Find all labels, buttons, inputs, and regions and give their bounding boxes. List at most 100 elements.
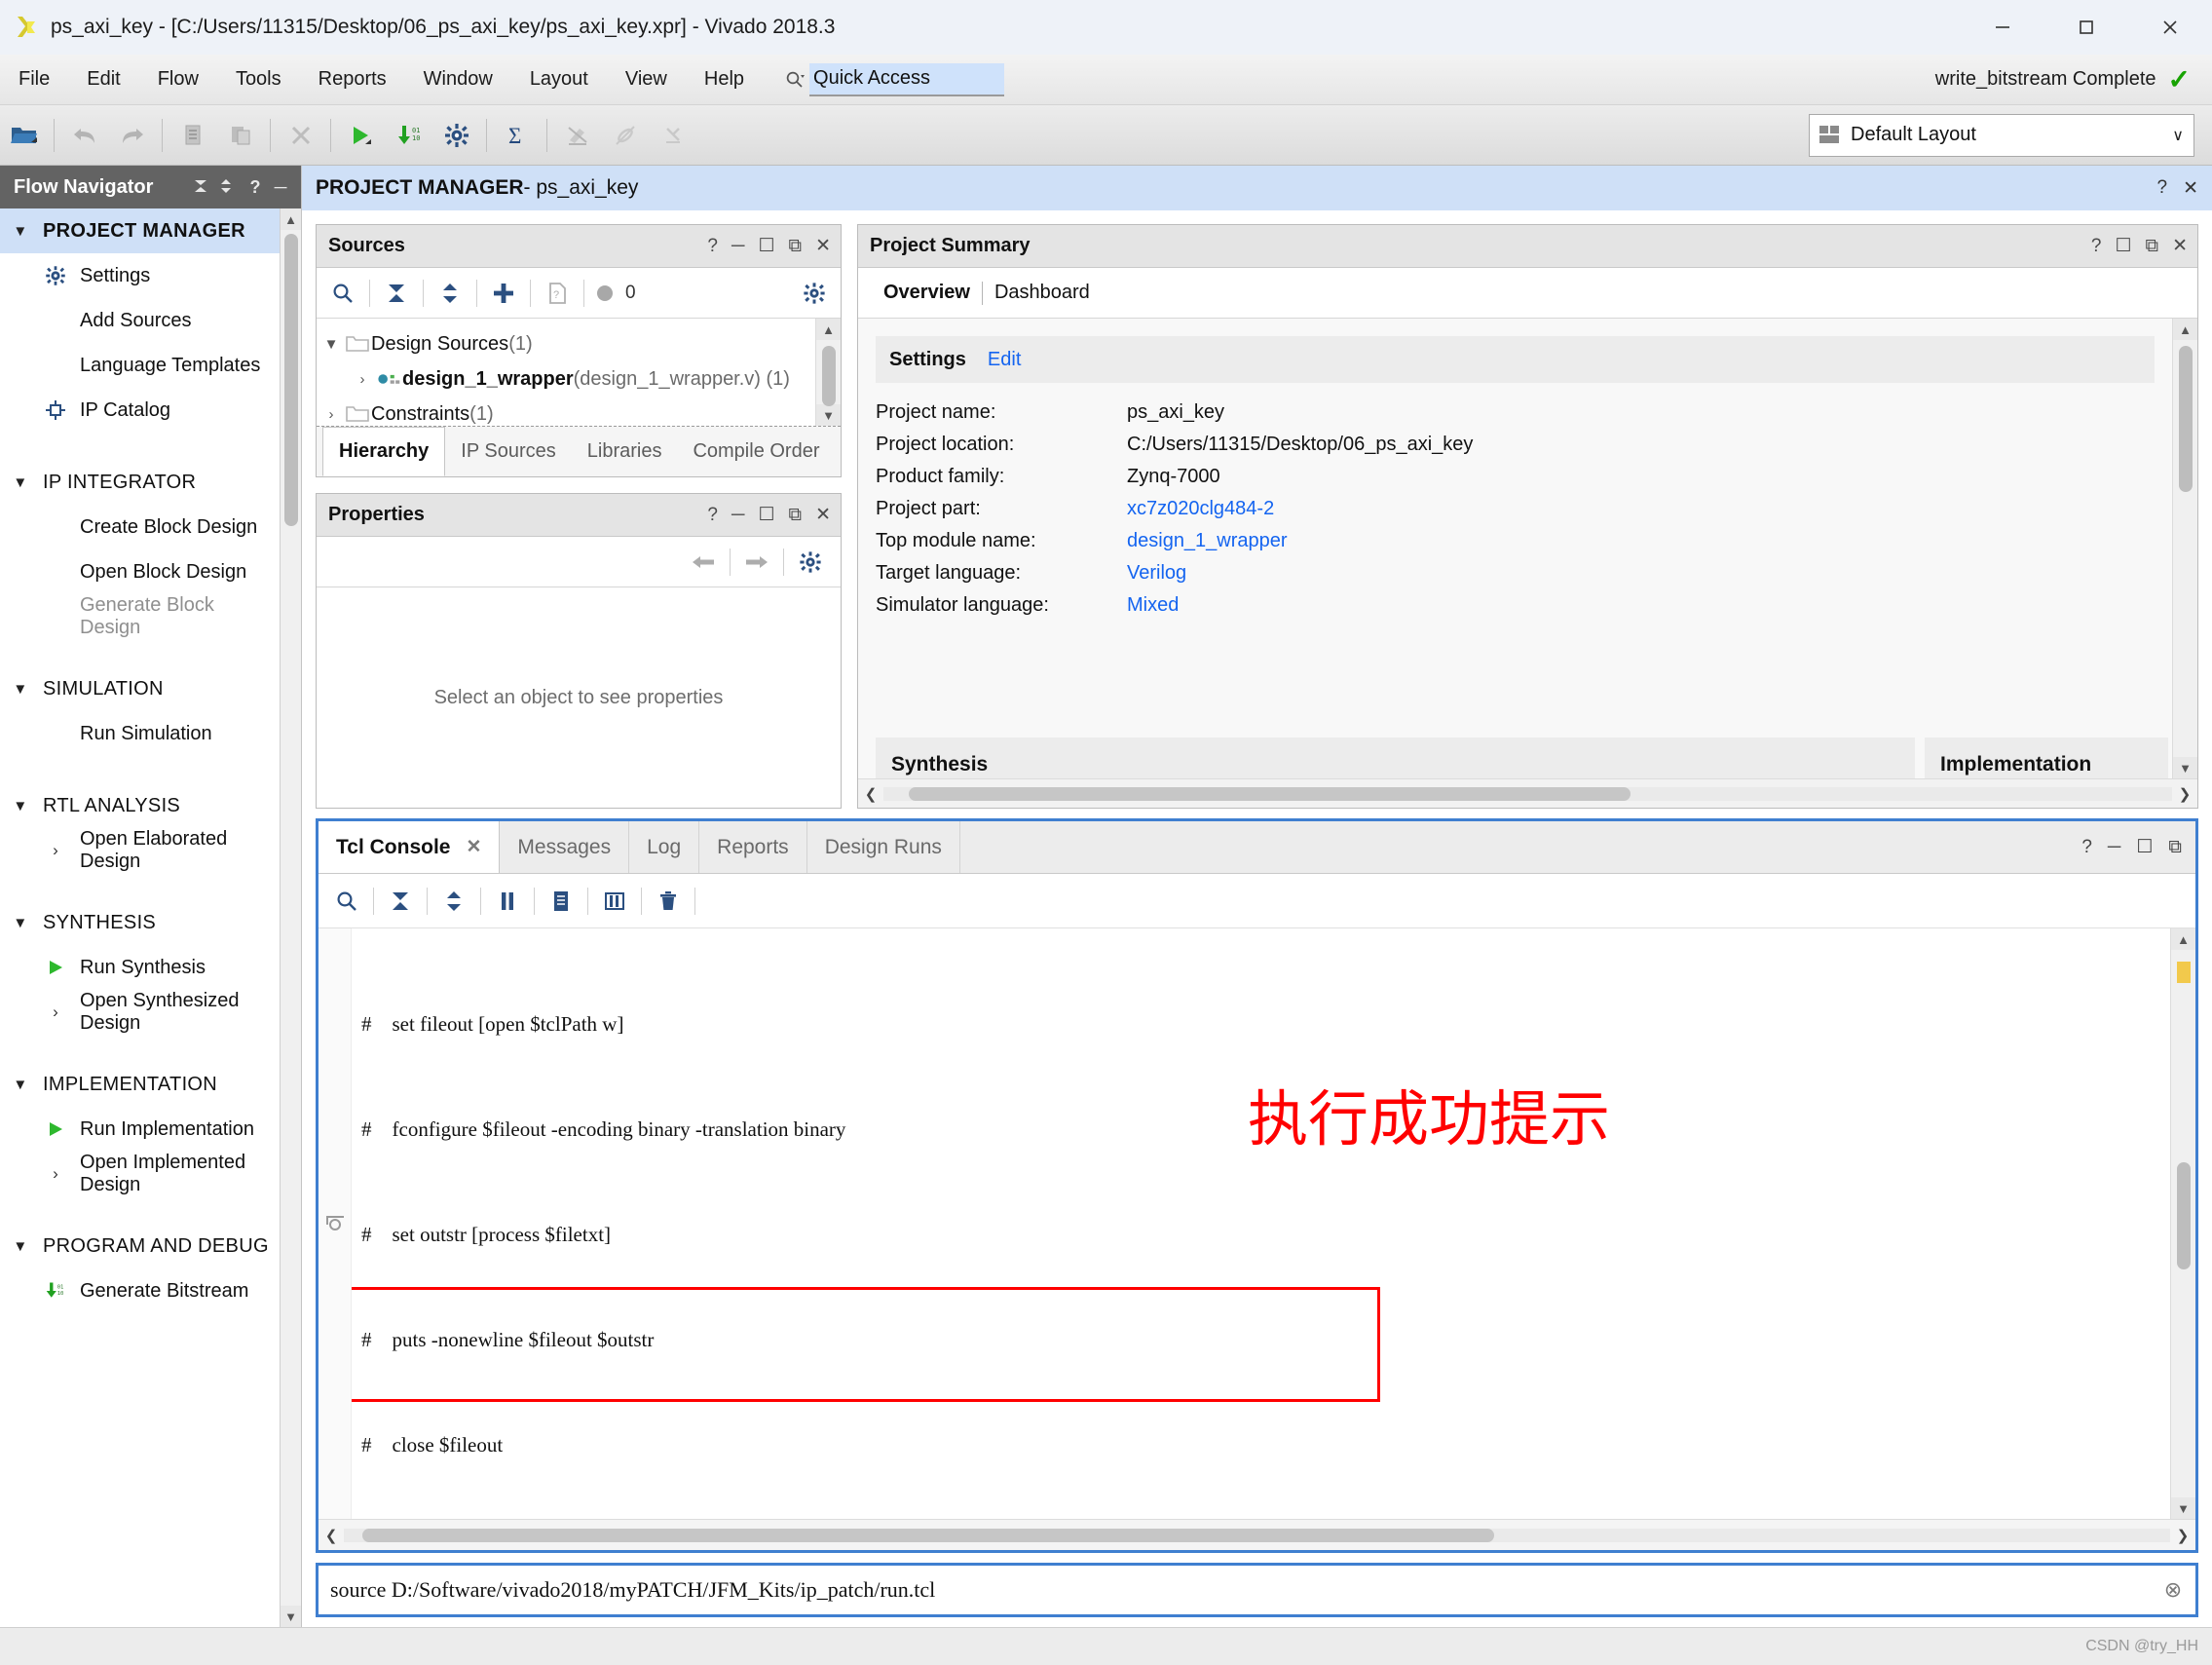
menu-file[interactable]: File	[0, 55, 68, 104]
open-project-icon[interactable]	[1, 113, 47, 158]
sidebar-section-synthesis[interactable]: ▼ SYNTHESIS	[0, 900, 280, 945]
undo-icon[interactable]	[61, 113, 107, 158]
gear-icon[interactable]	[788, 542, 833, 583]
sidebar-item-open-block-design[interactable]: Open Block Design	[0, 549, 280, 594]
tab-hierarchy[interactable]: Hierarchy	[322, 427, 446, 476]
close-icon[interactable]: ✕	[2183, 177, 2198, 200]
sidebar-item-open-elaborated-design[interactable]: › Open Elaborated Design	[0, 828, 280, 873]
tab-libraries[interactable]: Libraries	[572, 427, 678, 476]
menu-help[interactable]: Help	[686, 55, 763, 104]
minimize-icon[interactable]: ─	[731, 505, 744, 526]
minimize-icon[interactable]: ─	[268, 177, 293, 198]
add-sources-icon[interactable]	[481, 273, 526, 314]
menu-layout[interactable]: Layout	[511, 55, 607, 104]
pause-icon[interactable]	[485, 881, 530, 922]
arrow-right-icon[interactable]	[734, 542, 779, 583]
copy-icon[interactable]	[169, 113, 215, 158]
scroll-up-icon[interactable]: ▲	[281, 208, 301, 230]
help-icon[interactable]: ?	[2081, 837, 2092, 858]
paste-icon[interactable]	[217, 113, 263, 158]
run-icon[interactable]	[338, 113, 384, 158]
layout-selector[interactable]: Default Layout ∨	[1809, 113, 2194, 157]
minimize-button[interactable]	[1961, 0, 2044, 55]
menu-reports[interactable]: Reports	[300, 55, 405, 104]
menu-flow[interactable]: Flow	[139, 55, 217, 104]
sidebar-section-implementation[interactable]: ▼ IMPLEMENTATION	[0, 1062, 280, 1107]
edit-settings-link[interactable]: Edit	[988, 349, 1021, 371]
scroll-down-icon[interactable]: ▼	[2171, 1497, 2195, 1519]
summary-value-link[interactable]: xc7z020clg484-2	[1127, 498, 1274, 520]
console-output-text[interactable]: # set fileout [open $tclPath w] # fconfi…	[352, 928, 2170, 1519]
quick-access-input[interactable]	[809, 62, 1005, 96]
close-icon[interactable]: ✕	[815, 235, 831, 257]
maximize-icon[interactable]: ☐	[758, 235, 774, 257]
scroll-left-icon[interactable]: ❮	[858, 785, 883, 803]
gear-icon[interactable]	[792, 273, 837, 314]
float-icon[interactable]: ⧉	[2146, 236, 2159, 257]
search-icon[interactable]	[320, 273, 365, 314]
sidebar-item-run-synthesis[interactable]: Run Synthesis	[0, 945, 280, 990]
summary-value-link[interactable]: Mixed	[1127, 594, 1179, 617]
tree-row-design-sources[interactable]: ▼ Design Sources (1)	[317, 326, 815, 361]
scroll-up-icon[interactable]: ▲	[2171, 928, 2195, 950]
close-icon[interactable]: ✕	[2172, 235, 2188, 257]
maximize-button[interactable]	[2044, 0, 2128, 55]
scroll-left-icon[interactable]: ❮	[319, 1527, 344, 1544]
implementation-card[interactable]: Implementation	[1925, 738, 2168, 778]
synthesis-card[interactable]: Synthesis	[876, 738, 1915, 778]
close-icon[interactable]: ✕	[466, 836, 481, 858]
scrollbar-thumb[interactable]	[2179, 346, 2193, 492]
clear-command-icon[interactable]: ⊗	[2151, 1577, 2195, 1603]
maximize-icon[interactable]: ☐	[2115, 235, 2131, 257]
sidebar-section-project-manager[interactable]: ▼ PROJECT MANAGER	[0, 208, 280, 253]
attach-icon[interactable]	[602, 113, 648, 158]
tree-row-design-1-wrapper[interactable]: › design_1_wrapper (design_1_wrapper.v) …	[317, 361, 815, 397]
maximize-icon[interactable]: ☐	[2136, 836, 2153, 858]
expand-all-icon[interactable]	[428, 273, 472, 314]
tcl-command-input[interactable]	[319, 1577, 2151, 1603]
sidebar-item-create-block-design[interactable]: Create Block Design	[0, 505, 280, 549]
maximize-icon[interactable]: ☐	[758, 504, 774, 526]
sidebar-section-program-and-debug[interactable]: ▼ PROGRAM AND DEBUG	[0, 1224, 280, 1268]
expand-icon[interactable]	[217, 177, 243, 198]
project-summary-vscrollbar[interactable]: ▲ ▼	[2172, 319, 2197, 778]
copy-icon[interactable]	[539, 881, 583, 922]
scrollbar-thumb[interactable]	[284, 234, 298, 526]
float-icon[interactable]: ⧉	[2168, 837, 2182, 858]
scroll-right-icon[interactable]: ❯	[2170, 1527, 2195, 1544]
sidebar-item-run-implementation[interactable]: Run Implementation	[0, 1107, 280, 1152]
hscroll-thumb[interactable]	[909, 786, 1631, 801]
tab-messages[interactable]: Messages	[500, 821, 630, 873]
help-file-icon[interactable]: ?	[535, 273, 580, 314]
tab-tcl-console[interactable]: Tcl Console ✕	[319, 821, 501, 873]
sidebar-section-ip-integrator[interactable]: ▼ IP INTEGRATOR	[0, 460, 280, 505]
chevron-down-icon[interactable]: ▼	[317, 336, 346, 353]
scroll-down-icon[interactable]: ▼	[2173, 757, 2197, 778]
generate-bitstream-icon[interactable]: 01 10	[386, 113, 431, 158]
arrow-left-icon[interactable]	[681, 542, 726, 583]
menu-tools[interactable]: Tools	[217, 55, 300, 104]
scroll-right-icon[interactable]: ❯	[2172, 785, 2197, 803]
collapse-all-icon[interactable]	[192, 177, 217, 198]
help-icon[interactable]: ?	[707, 505, 718, 526]
tab-overview[interactable]: Overview	[872, 282, 982, 304]
marker-off-icon[interactable]	[554, 113, 600, 158]
tab-design-runs[interactable]: Design Runs	[807, 821, 960, 873]
close-icon[interactable]: ✕	[815, 504, 831, 526]
help-icon[interactable]: ?	[2091, 236, 2102, 257]
tab-dashboard[interactable]: Dashboard	[983, 282, 1102, 304]
tab-log[interactable]: Log	[629, 821, 700, 873]
tab-compile-order[interactable]: Compile Order	[677, 427, 835, 476]
summary-value-link[interactable]: Verilog	[1127, 562, 1186, 585]
tab-ip-sources[interactable]: IP Sources	[445, 427, 571, 476]
search-icon[interactable]	[324, 881, 369, 922]
float-icon[interactable]: ⧉	[789, 505, 803, 526]
delete-icon[interactable]	[278, 113, 323, 158]
collapse-icon[interactable]	[378, 881, 423, 922]
help-icon[interactable]: ?	[707, 236, 718, 257]
minimize-icon[interactable]: ─	[2108, 837, 2120, 858]
collapse-all-icon[interactable]	[374, 273, 419, 314]
sidebar-item-run-simulation[interactable]: Run Simulation	[0, 711, 280, 756]
chevron-right-icon[interactable]: ›	[348, 371, 377, 388]
hscroll-track[interactable]	[883, 786, 2172, 801]
